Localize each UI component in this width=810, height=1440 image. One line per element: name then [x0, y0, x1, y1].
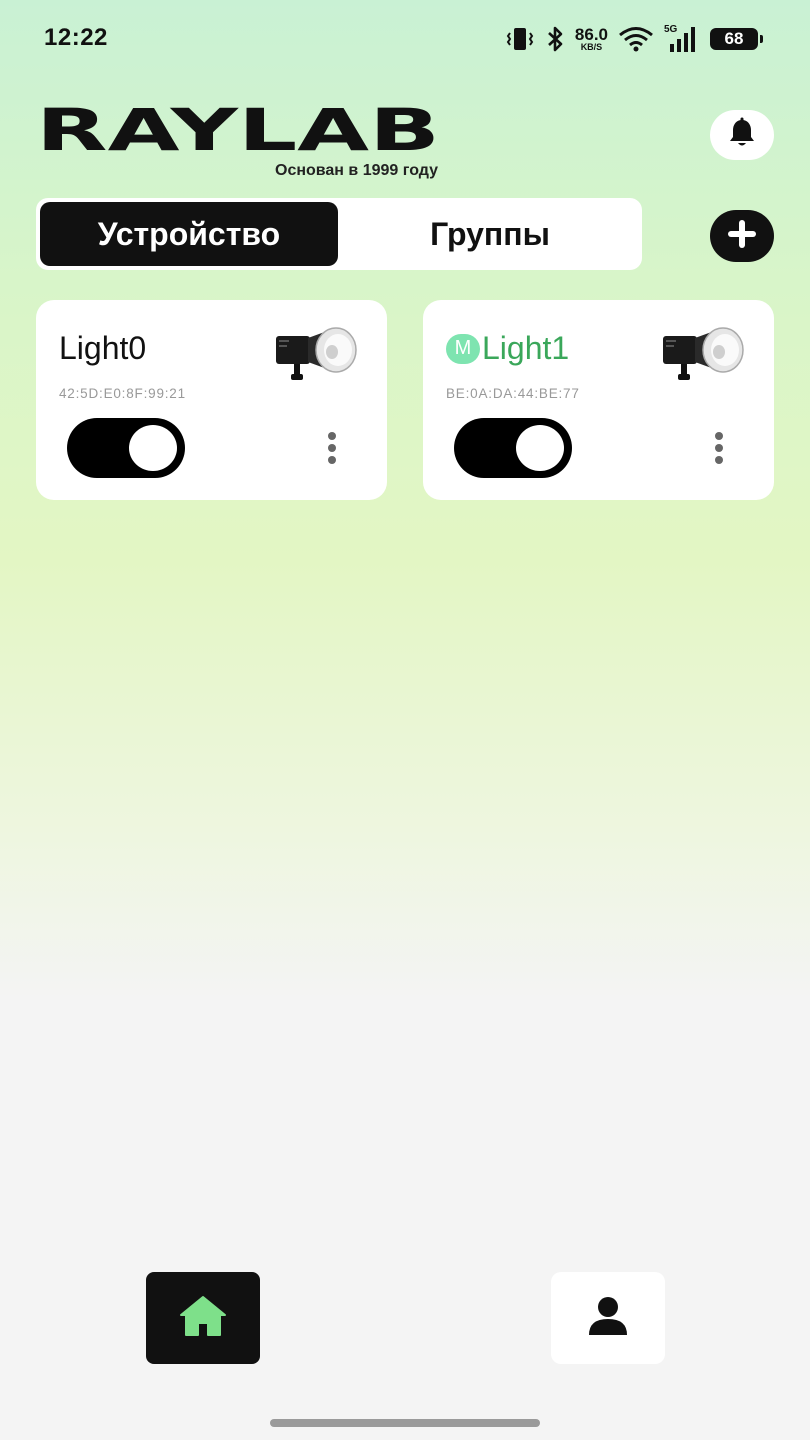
kebab-dot — [328, 432, 336, 440]
nav-home-button[interactable] — [146, 1272, 260, 1364]
status-icons: 86.0 KB/S 5G 68 — [505, 22, 763, 56]
profile-icon — [587, 1295, 629, 1342]
network-speed-value: 86.0 — [574, 25, 608, 44]
tab-devices[interactable]: Устройство — [40, 202, 338, 266]
tab-groups[interactable]: Группы — [342, 202, 638, 266]
kebab-dot — [328, 456, 336, 464]
wifi-icon — [618, 26, 654, 52]
bluetooth-icon — [545, 26, 565, 52]
device-mac: BE:0A:DA:44:BE:77 — [446, 386, 580, 401]
power-toggle[interactable] — [454, 418, 572, 478]
device-card-light0[interactable]: Light0 42:5D:E0:8F:99:21 — [36, 300, 387, 500]
signal-icon: 5G — [664, 24, 700, 54]
device-name: M Light1 — [446, 330, 569, 367]
add-device-button[interactable] — [710, 210, 774, 262]
toggle-knob — [516, 425, 564, 471]
device-name: Light0 — [59, 330, 146, 367]
studio-light-icon — [274, 324, 360, 389]
kebab-dot — [715, 456, 723, 464]
power-toggle[interactable] — [67, 418, 185, 478]
home-icon — [179, 1295, 227, 1342]
toggle-knob — [129, 425, 177, 471]
device-name-text: Light1 — [482, 330, 570, 366]
vibrate-icon — [505, 26, 535, 52]
m-badge: M — [446, 333, 480, 364]
plus-icon — [724, 216, 760, 257]
status-time: 12:22 — [44, 24, 108, 51]
battery-icon: 68 — [710, 28, 763, 50]
studio-light-icon — [661, 324, 747, 389]
nav-profile-button[interactable] — [551, 1272, 665, 1364]
more-options-button[interactable] — [707, 430, 731, 466]
battery-level: 68 — [724, 29, 744, 48]
home-indicator[interactable] — [270, 1419, 540, 1427]
logo-text: RAYLAB — [36, 104, 440, 156]
bell-icon — [725, 116, 759, 155]
more-options-button[interactable] — [320, 430, 344, 466]
kebab-dot — [328, 444, 336, 452]
logo-tagline: Основан в 1999 году — [275, 162, 438, 179]
network-speed-unit: KB/S — [580, 42, 603, 52]
device-name-text: Light0 — [59, 330, 147, 366]
device-mac: 42:5D:E0:8F:99:21 — [59, 386, 186, 401]
notifications-button[interactable] — [710, 110, 774, 160]
raylab-logo: RAYLAB — [36, 104, 440, 156]
device-group-switcher: Устройство Группы — [36, 198, 642, 270]
logo-wordmark: RAYLAB — [36, 104, 440, 156]
kebab-dot — [715, 444, 723, 452]
kebab-dot — [715, 432, 723, 440]
network-speed: 86.0 KB/S — [575, 26, 608, 52]
device-card-light1[interactable]: M Light1 BE:0A:DA:44:BE:77 — [423, 300, 774, 500]
